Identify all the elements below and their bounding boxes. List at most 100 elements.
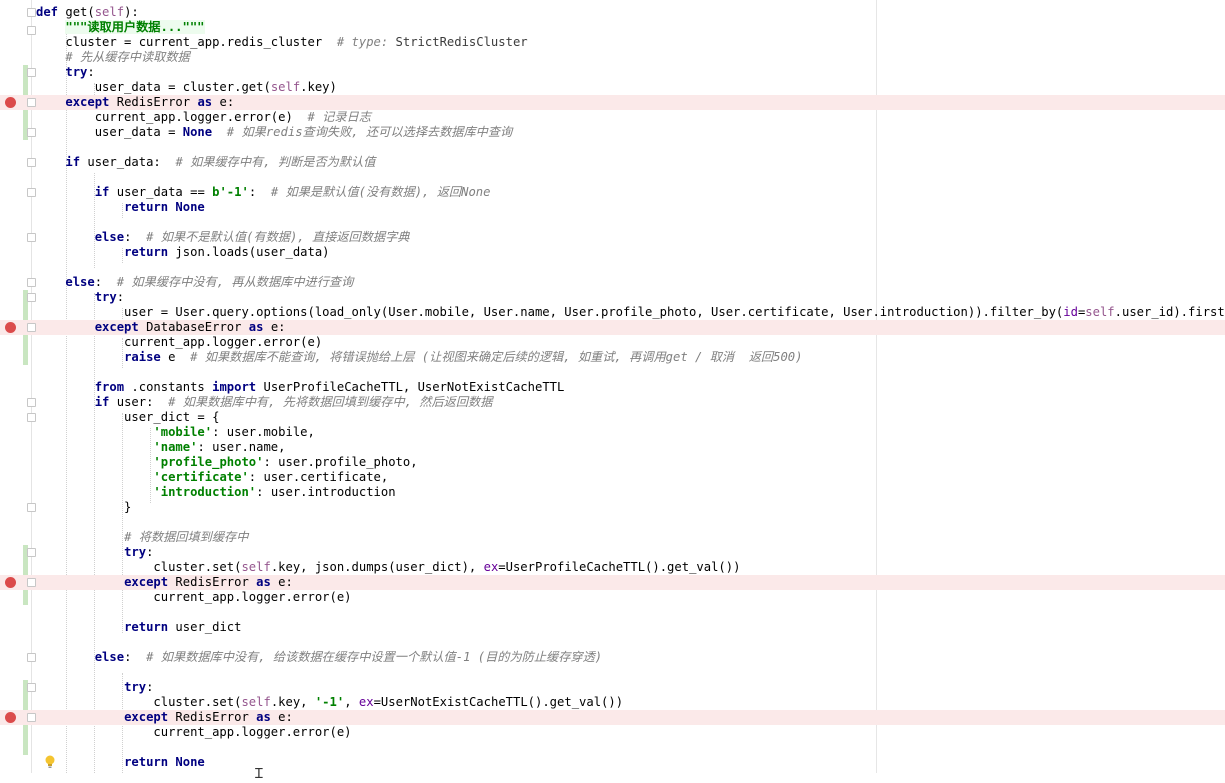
code-line[interactable]: return user_dict (0, 620, 1225, 635)
code-line[interactable]: } (0, 500, 1225, 515)
code-token: # 如果redis查询失败, 还可以选择去数据库中查询 (226, 125, 513, 139)
code-line[interactable]: 'name': user.name, (0, 440, 1225, 455)
code-line[interactable]: 'certificate': user.certificate, (0, 470, 1225, 485)
code-token: user_data == (109, 185, 213, 199)
code-token: .key) (300, 80, 337, 94)
code-token: from (94, 380, 125, 394)
fold-marker[interactable] (27, 503, 36, 512)
code-line[interactable]: from .constants import UserProfileCacheT… (0, 380, 1225, 395)
code-line[interactable]: user_data = cluster.get(self.key) (0, 80, 1225, 95)
code-line-breakpoint[interactable]: except RedisError as e: (0, 575, 1225, 590)
code-line[interactable]: else: # 如果不是默认值(有数据), 直接返回数据字典 (0, 230, 1225, 245)
code-line[interactable]: """读取用户数据...""" (0, 20, 1225, 35)
fold-marker[interactable] (27, 26, 36, 35)
breakpoint-icon[interactable] (5, 577, 16, 588)
code-line[interactable]: current_app.logger.error(e) (0, 335, 1225, 350)
code-line[interactable]: try: (0, 65, 1225, 80)
fold-marker[interactable] (27, 158, 36, 167)
code-line[interactable]: raise e # 如果数据库不能查询, 将错误抛给上层 (让视图来确定后续的逻… (0, 350, 1225, 365)
code-token: return (124, 620, 169, 634)
code-line[interactable]: return None (0, 200, 1225, 215)
breakpoint-icon[interactable] (5, 322, 16, 333)
code-token: import (212, 380, 257, 394)
code-line[interactable]: return json.loads(user_data) (0, 245, 1225, 260)
code-line[interactable]: user_dict = { (0, 410, 1225, 425)
code-line-text: try: (36, 65, 94, 80)
code-line[interactable]: 'profile_photo': user.profile_photo, (0, 455, 1225, 470)
code-line[interactable]: 'introduction': user.introduction (0, 485, 1225, 500)
breakpoint-icon[interactable] (5, 97, 16, 108)
code-line[interactable]: user_data = None # 如果redis查询失败, 还可以选择去数据… (0, 125, 1225, 140)
code-line[interactable]: try: (0, 545, 1225, 560)
code-line[interactable]: else: # 如果缓存中没有, 再从数据库中进行查询 (0, 275, 1225, 290)
code-line[interactable]: current_app.logger.error(e) (0, 590, 1225, 605)
code-line[interactable] (0, 260, 1225, 275)
code-line[interactable] (0, 740, 1225, 755)
code-line[interactable]: if user: # 如果数据库中有, 先将数据回填到缓存中, 然后返回数据 (0, 395, 1225, 410)
code-line[interactable]: cluster.set(self.key, '-1', ex=UserNotEx… (0, 695, 1225, 710)
code-line[interactable] (0, 140, 1225, 155)
fold-marker[interactable] (27, 323, 36, 332)
code-token: : user.introduction (256, 485, 396, 499)
fold-marker[interactable] (27, 8, 36, 17)
code-line-text: return None (36, 755, 205, 770)
fold-marker[interactable] (27, 578, 36, 587)
fold-marker[interactable] (27, 398, 36, 407)
code-line[interactable]: try: (0, 680, 1225, 695)
fold-marker[interactable] (27, 653, 36, 662)
code-token: 'profile_photo' (153, 455, 264, 469)
code-token: : (124, 230, 147, 244)
fold-marker[interactable] (27, 233, 36, 242)
code-line[interactable] (0, 635, 1225, 650)
lightbulb-intention-icon[interactable] (44, 755, 56, 769)
code-line[interactable]: current_app.logger.error(e) # 记录日志 (0, 110, 1225, 125)
code-line-text: # 将数据回填到缓存中 (36, 530, 248, 545)
fold-marker[interactable] (27, 128, 36, 137)
code-line-breakpoint[interactable]: except RedisError as e: (0, 95, 1225, 110)
code-line[interactable]: # 先从缓存中读取数据 (0, 50, 1225, 65)
code-line[interactable] (0, 605, 1225, 620)
code-line-text: except RedisError as e: (36, 575, 293, 590)
code-line[interactable]: def get(self): (0, 5, 1225, 20)
code-token: self (241, 560, 271, 574)
code-line[interactable] (0, 170, 1225, 185)
fold-marker[interactable] (27, 188, 36, 197)
fold-marker[interactable] (27, 413, 36, 422)
code-line[interactable]: cluster.set(self.key, json.dumps(user_di… (0, 560, 1225, 575)
fold-marker[interactable] (27, 683, 36, 692)
code-line[interactable]: # 将数据回填到缓存中 (0, 530, 1225, 545)
code-token: self (1085, 305, 1115, 319)
code-token: ): (124, 5, 139, 19)
code-line[interactable]: try: (0, 290, 1225, 305)
code-line-breakpoint[interactable]: except DatabaseError as e: (0, 320, 1225, 335)
code-line[interactable]: current_app.logger.error(e) (0, 725, 1225, 740)
code-line[interactable]: else: # 如果数据库中没有, 给该数据在缓存中设置一个默认值-1 (目的为… (0, 650, 1225, 665)
code-line[interactable]: if user_data == b'-1': # 如果是默认值(没有数据), 返… (0, 185, 1225, 200)
code-token: ex (358, 695, 374, 709)
code-line[interactable]: if user_data: # 如果缓存中有, 判断是否为默认值 (0, 155, 1225, 170)
code-token: # 如果缓存中没有, 再从数据库中进行查询 (116, 275, 354, 289)
code-line[interactable]: user = User.query.options(load_only(User… (0, 305, 1225, 320)
code-line[interactable] (0, 515, 1225, 530)
fold-marker[interactable] (27, 98, 36, 107)
code-line[interactable] (0, 215, 1225, 230)
code-line[interactable] (0, 665, 1225, 680)
fold-marker[interactable] (27, 68, 36, 77)
code-line-text: 'name': user.name, (36, 440, 285, 455)
code-line-breakpoint[interactable]: except RedisError as e: (0, 710, 1225, 725)
fold-marker[interactable] (27, 293, 36, 302)
fold-marker[interactable] (27, 713, 36, 722)
code-token: : (116, 290, 125, 304)
fold-marker[interactable] (27, 548, 36, 557)
fold-marker[interactable] (27, 278, 36, 287)
code-token: # 先从缓存中读取数据 (65, 50, 190, 64)
code-token: user_dict = { (36, 410, 220, 424)
code-line[interactable]: 'mobile': user.mobile, (0, 425, 1225, 440)
code-line[interactable] (0, 365, 1225, 380)
code-line[interactable]: cluster = current_app.redis_cluster # ty… (0, 35, 1225, 50)
breakpoint-icon[interactable] (5, 712, 16, 723)
code-line[interactable]: return None (0, 755, 1225, 770)
